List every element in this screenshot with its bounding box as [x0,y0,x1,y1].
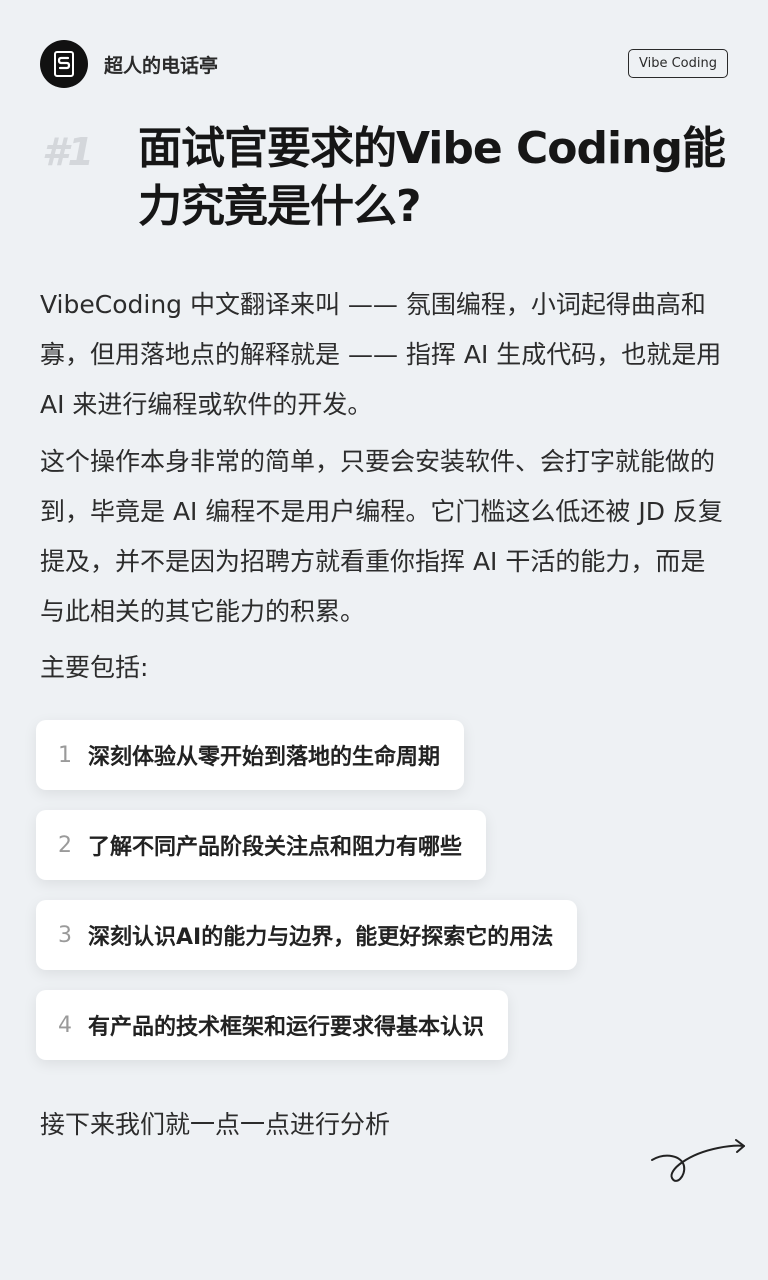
list-item-text: 有产品的技术框架和运行要求得基本认识 [88,1015,485,1040]
curly-arrow-icon [651,1139,745,1182]
list-item: 2 了解不同产品阶段关注点和阻力有哪些 [36,810,487,880]
list-item-number: 2 [58,832,72,858]
list-item-text: 深刻体验从零开始到落地的生命周期 [88,745,441,770]
paragraph-intro: VibeCoding 中文翻译来叫 —— 氛围编程，小词起得曲高和寡，但用落地点… [40,290,722,419]
list-item-text: 了解不同产品阶段关注点和阻力有哪些 [88,835,463,860]
account-name[interactable]: 超人的电话亭 [104,51,218,78]
list-item-text: 深刻认识AI的能力与边界，能更好探索它的用法 [88,925,554,950]
list-item-number: 4 [58,1012,72,1038]
list-item: 4 有产品的技术框架和运行要求得基本认识 [36,990,509,1060]
list-item: 3 深刻认识AI的能力与边界，能更好探索它的用法 [36,900,578,970]
page-title: 面试官要求的Vibe Coding能力究竟是什么? [138,123,726,232]
list-item-number: 3 [58,922,72,948]
section-number: #1 [42,130,94,174]
paragraph-list-intro: 主要包括: [40,653,149,682]
topic-tag[interactable]: Vibe Coding [628,49,728,78]
list-item-number: 1 [58,742,72,768]
post-header: 超人的电话亭 Vibe Coding [40,40,728,88]
closing-text: 接下来我们就一点一点进行分析 [40,1110,391,1139]
list-item: 1 深刻体验从零开始到落地的生命周期 [36,720,465,790]
paragraph-explanation: 这个操作本身非常的简单，只要会安装软件、会打字就能做的到，毕竟是 AI 编程不是… [40,447,723,626]
avatar[interactable] [40,40,88,88]
logo-s-icon [54,51,74,77]
